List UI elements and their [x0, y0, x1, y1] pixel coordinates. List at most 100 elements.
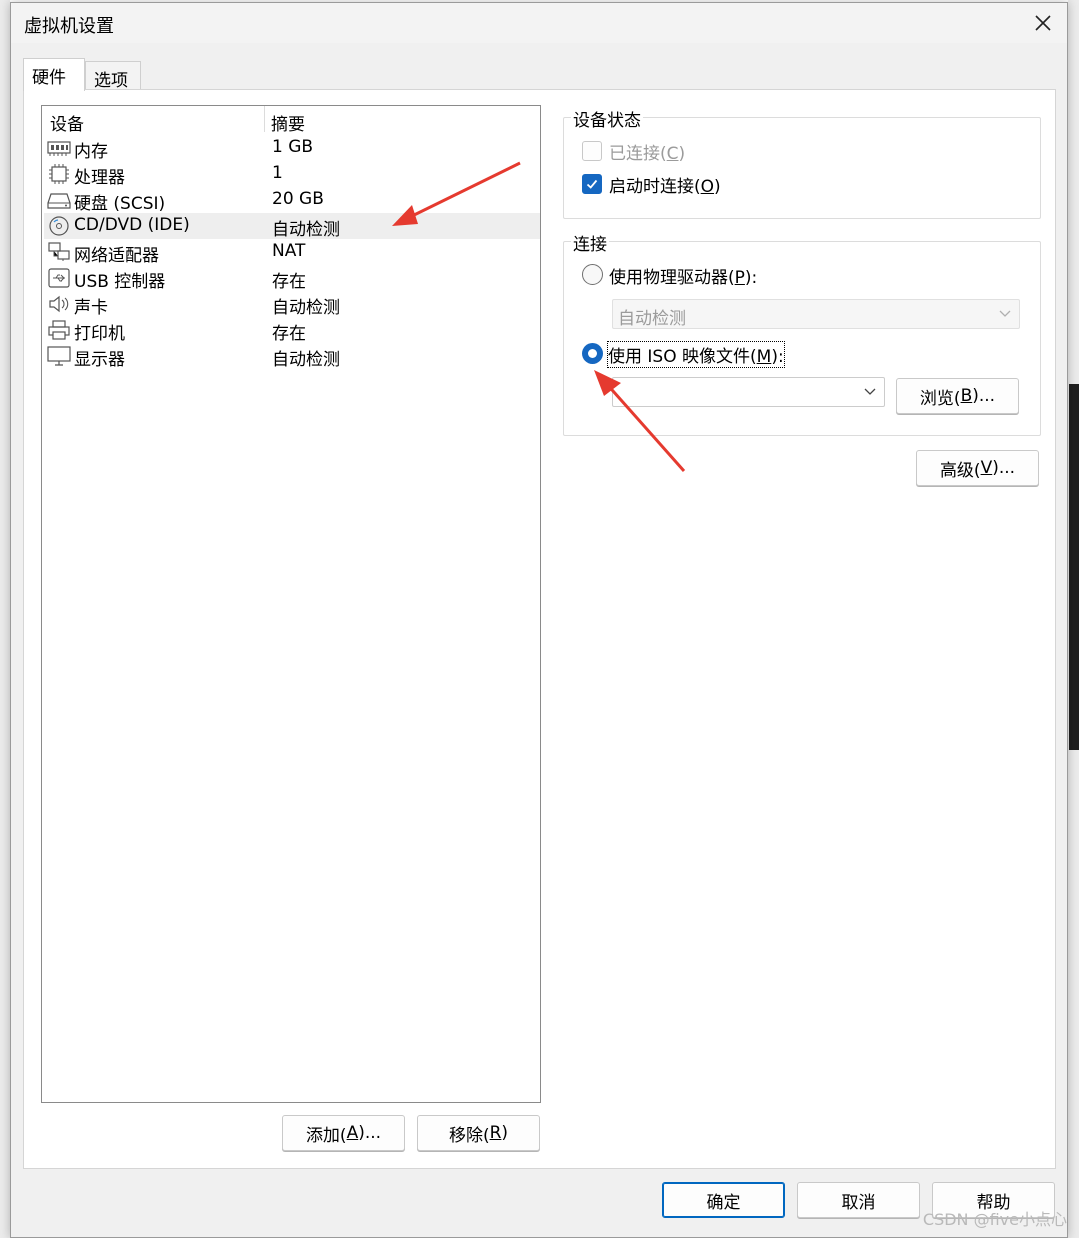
- ok-button[interactable]: 确定: [662, 1182, 785, 1218]
- connect-at-power-on-checkbox[interactable]: [582, 174, 602, 194]
- device-row-usb-controller[interactable]: USB 控制器 存在: [44, 265, 540, 292]
- title-bar: 虚拟机设置: [11, 3, 1067, 43]
- device-status-group: [563, 117, 1041, 219]
- device-name: 内存: [74, 142, 108, 162]
- connected-text: 已连接(: [609, 144, 667, 164]
- checkmark-icon: [586, 179, 598, 189]
- device-row-processor[interactable]: 处理器 1: [44, 161, 540, 188]
- device-row-display[interactable]: 显示器 自动检测: [44, 343, 540, 370]
- physical-drive-select[interactable]: 自动检测: [612, 299, 1020, 329]
- memory-icon: [47, 141, 71, 156]
- device-list-header: 设备 摘要: [42, 106, 540, 135]
- advanced-accel: V: [980, 458, 993, 478]
- processor-icon: [49, 164, 69, 184]
- browse-tail: )...: [972, 386, 996, 406]
- tab-hardware-label: 硬件: [32, 68, 66, 88]
- connect-at-power-on-label: 启动时连接(O): [609, 172, 721, 197]
- iso-image-radio[interactable]: [582, 343, 603, 364]
- cancel-button[interactable]: 取消: [797, 1182, 920, 1218]
- column-header-summary[interactable]: 摘要: [271, 110, 305, 135]
- background-window-dark-strip: [1069, 384, 1079, 750]
- physical-drive-radio[interactable]: [582, 264, 603, 285]
- device-summary: 存在: [272, 324, 306, 344]
- hardware-tab-panel: 设备 摘要 内存 1 GB 处理器 1 硬盘 (SCSI) 20 GB CD/D…: [23, 89, 1056, 1169]
- device-summary: NAT: [272, 241, 306, 261]
- device-name: 声卡: [74, 298, 108, 318]
- display-icon: [47, 346, 71, 366]
- tab-options[interactable]: 选项: [85, 61, 141, 91]
- close-button[interactable]: [1019, 3, 1067, 43]
- vm-settings-dialog: 虚拟机设置 硬件 选项 设备 摘要 内存 1 GB 处理器 1 硬盘 (SCSI…: [10, 2, 1068, 1238]
- advanced-button[interactable]: 高级(V)...: [916, 450, 1039, 486]
- background-window-left: [0, 0, 10, 1238]
- device-list[interactable]: 设备 摘要 内存 1 GB 处理器 1 硬盘 (SCSI) 20 GB CD/D…: [41, 105, 541, 1103]
- browse-text: 浏览(: [919, 388, 961, 409]
- close-icon: [1035, 15, 1051, 31]
- device-summary: 自动检测: [272, 298, 340, 318]
- browse-accel: B: [960, 386, 973, 406]
- column-header-device[interactable]: 设备: [50, 110, 84, 135]
- advanced-tail: )...: [992, 458, 1016, 478]
- device-row-cd-dvd[interactable]: CD/DVD (IDE) 自动检测: [44, 213, 540, 240]
- device-name: 打印机: [74, 324, 125, 344]
- add-button-tail: )...: [358, 1123, 382, 1143]
- device-row-hard-disk[interactable]: 硬盘 (SCSI) 20 GB: [44, 187, 540, 214]
- device-status-label: 设备状态: [571, 106, 643, 131]
- physical-tail: ):: [744, 268, 758, 288]
- advanced-text: 高级(: [939, 460, 981, 481]
- browse-button[interactable]: 浏览(B)...: [896, 378, 1019, 414]
- dialog-title: 虚拟机设置: [24, 16, 114, 37]
- physical-drive-select-value: 自动检测: [618, 309, 686, 329]
- remove-button-tail: ): [501, 1123, 509, 1143]
- device-name: 硬盘 (SCSI): [74, 194, 166, 214]
- tab-hardware[interactable]: 硬件: [23, 58, 85, 91]
- iso-image-label: 使用 ISO 映像文件(M):: [607, 341, 785, 368]
- remove-button-accel: R: [489, 1123, 502, 1143]
- iso-tail: ):: [771, 347, 784, 367]
- sound-icon: [49, 295, 69, 313]
- device-row-sound-card[interactable]: 声卡 自动检测: [44, 291, 540, 318]
- device-summary: 1 GB: [272, 137, 314, 157]
- remove-device-button[interactable]: 移除(R): [417, 1115, 540, 1151]
- power-on-accel: O: [700, 177, 715, 197]
- hard-disk-icon: [47, 193, 71, 209]
- device-row-network-adapter[interactable]: 网络适配器 NAT: [44, 239, 540, 266]
- chevron-down-icon: [864, 388, 876, 395]
- physical-drive-label: 使用物理驱动器(P):: [609, 263, 757, 288]
- connected-accel: C: [666, 144, 679, 164]
- device-row-printer[interactable]: 打印机 存在: [44, 317, 540, 344]
- physical-accel: P: [734, 268, 745, 288]
- iso-text: 使用 ISO 映像文件(: [608, 347, 757, 367]
- device-name: 显示器: [74, 350, 125, 370]
- device-row-memory[interactable]: 内存 1 GB: [44, 135, 540, 162]
- tab-options-label: 选项: [94, 71, 128, 91]
- device-name: USB 控制器: [74, 272, 166, 292]
- iso-path-combobox[interactable]: [612, 377, 885, 407]
- power-on-tail: ): [714, 177, 721, 197]
- device-name: 处理器: [74, 168, 125, 188]
- add-button-label: 添加(: [305, 1125, 347, 1146]
- printer-icon: [48, 320, 70, 340]
- device-summary: 1: [272, 163, 283, 183]
- add-device-button[interactable]: 添加(A)...: [282, 1115, 405, 1151]
- iso-accel: M: [756, 347, 772, 367]
- power-on-text: 启动时连接(: [609, 177, 701, 197]
- add-button-accel: A: [346, 1123, 359, 1143]
- device-name: 网络适配器: [74, 246, 159, 266]
- device-summary: 20 GB: [272, 189, 324, 209]
- cd-dvd-icon: [49, 216, 69, 236]
- network-adapter-icon: [48, 242, 70, 261]
- column-separator[interactable]: [264, 106, 265, 132]
- chevron-down-icon: [999, 310, 1011, 317]
- connected-tail: ): [678, 144, 686, 164]
- watermark: CSDN @five小点心: [922, 1210, 1067, 1229]
- device-name: CD/DVD (IDE): [74, 215, 190, 235]
- connected-label: 已连接(C): [609, 139, 685, 164]
- remove-button-label: 移除(: [448, 1125, 490, 1146]
- device-summary: 自动检测: [272, 350, 340, 370]
- connected-checkbox[interactable]: [582, 141, 602, 161]
- physical-text: 使用物理驱动器(: [609, 268, 735, 288]
- usb-icon: [48, 268, 70, 288]
- device-summary: 存在: [272, 272, 306, 292]
- connection-label: 连接: [571, 230, 609, 255]
